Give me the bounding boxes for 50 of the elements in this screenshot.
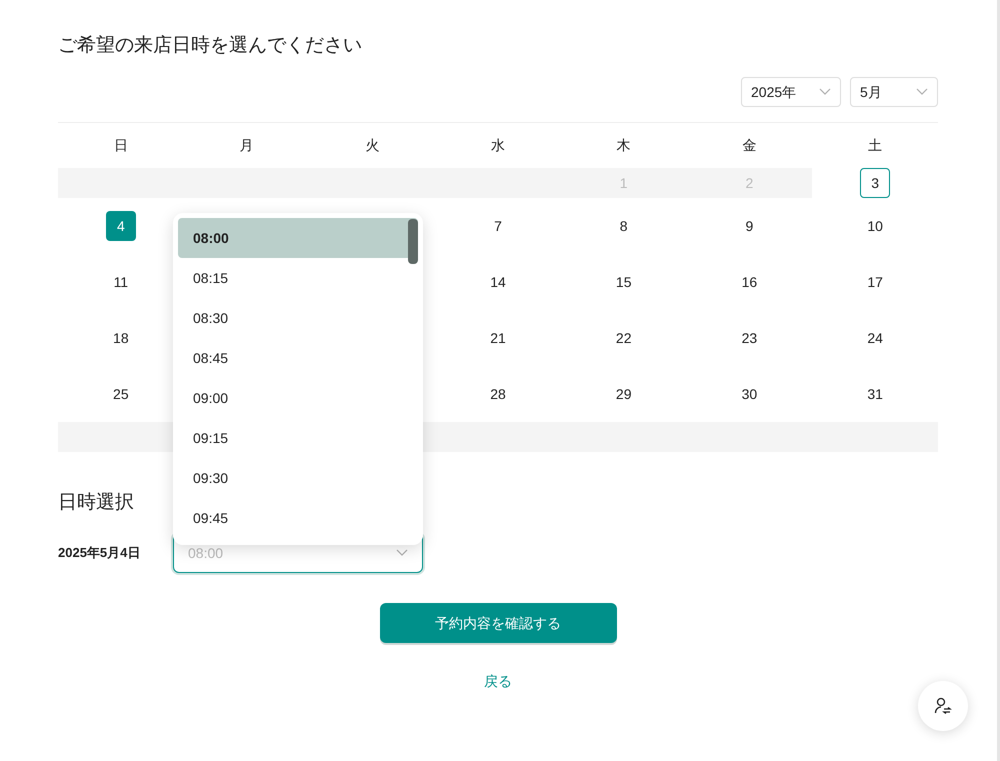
calendar-day[interactable]: 11 [106,267,136,297]
calendar-day[interactable]: 17 [860,267,890,297]
calendar-day[interactable]: 21 [482,323,513,353]
user-switch-button[interactable] [918,681,968,731]
time-option[interactable]: 08:30 [178,298,418,338]
calendar-day[interactable]: 23 [734,323,764,353]
calendar-day[interactable]: 4 [106,211,136,241]
chevron-down-icon [916,88,928,96]
back-link[interactable]: 戻る [484,671,512,692]
time-option[interactable]: 09:15 [178,418,418,458]
time-option[interactable]: 08:00 [178,218,418,258]
chevron-down-icon [819,88,831,96]
time-option[interactable]: 09:00 [178,378,418,418]
calendar-day[interactable]: 14 [482,267,513,297]
calendar-day[interactable]: 24 [860,323,890,353]
weekday-header: 土 [868,136,882,155]
time-input[interactable]: 08:00 [188,542,368,564]
time-select[interactable]: 08:00 [173,533,423,573]
calendar-day[interactable]: 25 [106,379,136,409]
weekday-header: 金 [742,136,756,155]
time-option[interactable]: 08:15 [178,258,418,298]
calendar-day[interactable]: 29 [608,379,639,409]
weekday-header: 木 [616,136,631,155]
year-select[interactable]: 2025年 [741,77,841,107]
chevron-down-icon [396,549,408,557]
section-title: 日時選択 [58,491,135,515]
scrollbar-thumb[interactable] [408,219,418,264]
calendar-day[interactable]: 8 [608,211,639,241]
calendar-day[interactable]: 16 [734,267,764,297]
weekday-header: 月 [240,136,254,155]
weekday-header: 火 [365,136,380,155]
weekday-header: 水 [490,136,505,155]
calendar-day[interactable]: 18 [106,323,136,353]
weekday-header: 日 [114,136,128,155]
confirm-button[interactable]: 予約内容を確認する [380,603,616,643]
time-option[interactable]: 08:45 [178,338,418,378]
calendar-day[interactable]: 10 [860,211,890,241]
selected-date-label: 2025年5月4日 [58,544,142,562]
calendar-day[interactable]: 30 [734,379,764,409]
calendar-day[interactable]: 22 [608,323,639,353]
calendar-day[interactable]: 28 [482,379,513,409]
calendar-day[interactable]: 3 [860,168,890,198]
month-select[interactable]: 5月 [850,77,938,107]
calendar-day[interactable]: 9 [734,211,764,241]
time-option[interactable]: 09:30 [178,458,418,498]
calendar-day[interactable]: 7 [482,211,513,241]
calendar-day[interactable]: 15 [608,267,639,297]
page-heading: ご希望の来店日時を選んでください [58,34,363,58]
calendar-day[interactable]: 31 [860,379,890,409]
user-swap-icon [934,697,952,715]
